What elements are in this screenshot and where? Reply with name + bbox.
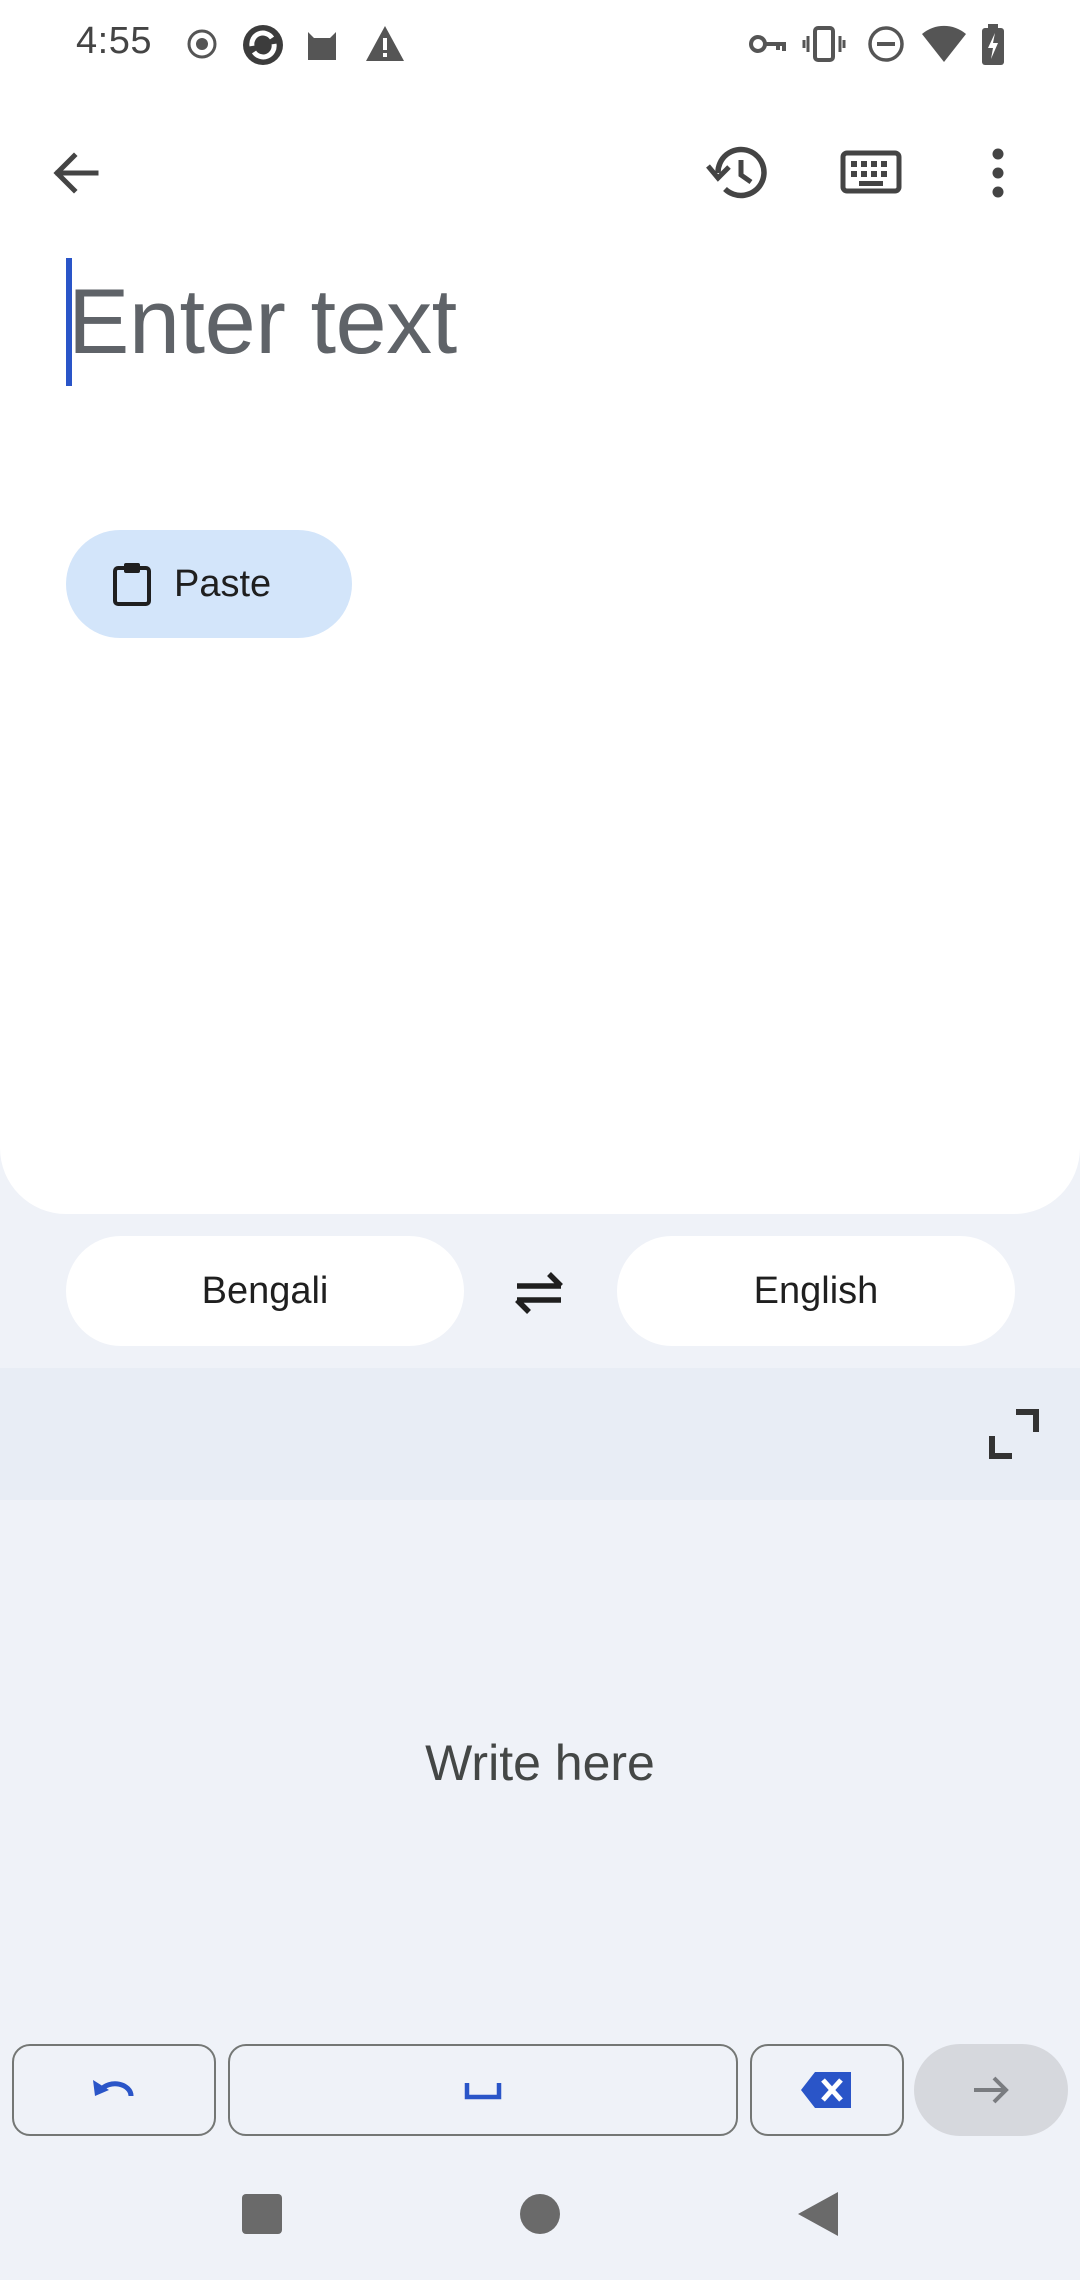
clipboard-icon [112,562,152,606]
source-language-label: Bengali [201,1269,329,1312]
status-time: 4:55 [76,20,152,62]
undo-key[interactable] [12,2044,216,2136]
warning-icon [364,24,406,64]
expand-button[interactable] [984,1404,1044,1464]
enter-key[interactable] [914,2044,1068,2136]
space-icon [463,2075,503,2105]
paste-button[interactable]: Paste [66,530,352,638]
home-button[interactable] [518,2192,562,2236]
write-here-prompt: Write here [425,1735,655,1791]
arrow-back-icon [40,136,114,210]
target-language-button[interactable]: English [617,1236,1015,1346]
sync-app-icon [240,24,286,66]
nav-back-button[interactable] [794,2190,842,2238]
handwriting-toolbar [0,1368,1080,1500]
history-icon [702,136,776,210]
circle-icon [518,2192,562,2236]
paste-label: Paste [174,562,272,605]
vibrate-icon [802,24,846,64]
keyboard-button[interactable] [834,136,908,210]
keyboard-icon [834,136,908,210]
target-language-label: English [753,1269,879,1312]
swap-icon [503,1256,575,1328]
history-button[interactable] [702,136,776,210]
square-icon [240,2192,284,2236]
arrow-forward-icon [968,2070,1014,2110]
vpn-key-icon [748,24,788,64]
status-bar [0,0,1080,90]
do-not-disturb-icon [866,24,906,64]
record-icon [186,24,218,64]
triangle-back-icon [794,2190,842,2238]
source-language-button[interactable]: Bengali [66,1236,464,1346]
input-placeholder: Enter text [68,271,457,373]
recents-button[interactable] [240,2192,284,2236]
undo-icon [89,2070,139,2110]
backspace-icon [799,2070,855,2110]
backspace-key[interactable] [750,2044,904,2136]
space-key[interactable] [228,2044,738,2136]
fullscreen-icon [984,1404,1044,1464]
back-button[interactable] [40,136,114,210]
wifi-icon [920,24,968,64]
more-options-button[interactable] [962,136,1036,210]
more-vert-icon [962,136,1036,210]
battery-charging-icon [980,24,1006,66]
swap-languages-button[interactable] [503,1256,575,1328]
cat-app-icon [304,24,340,64]
